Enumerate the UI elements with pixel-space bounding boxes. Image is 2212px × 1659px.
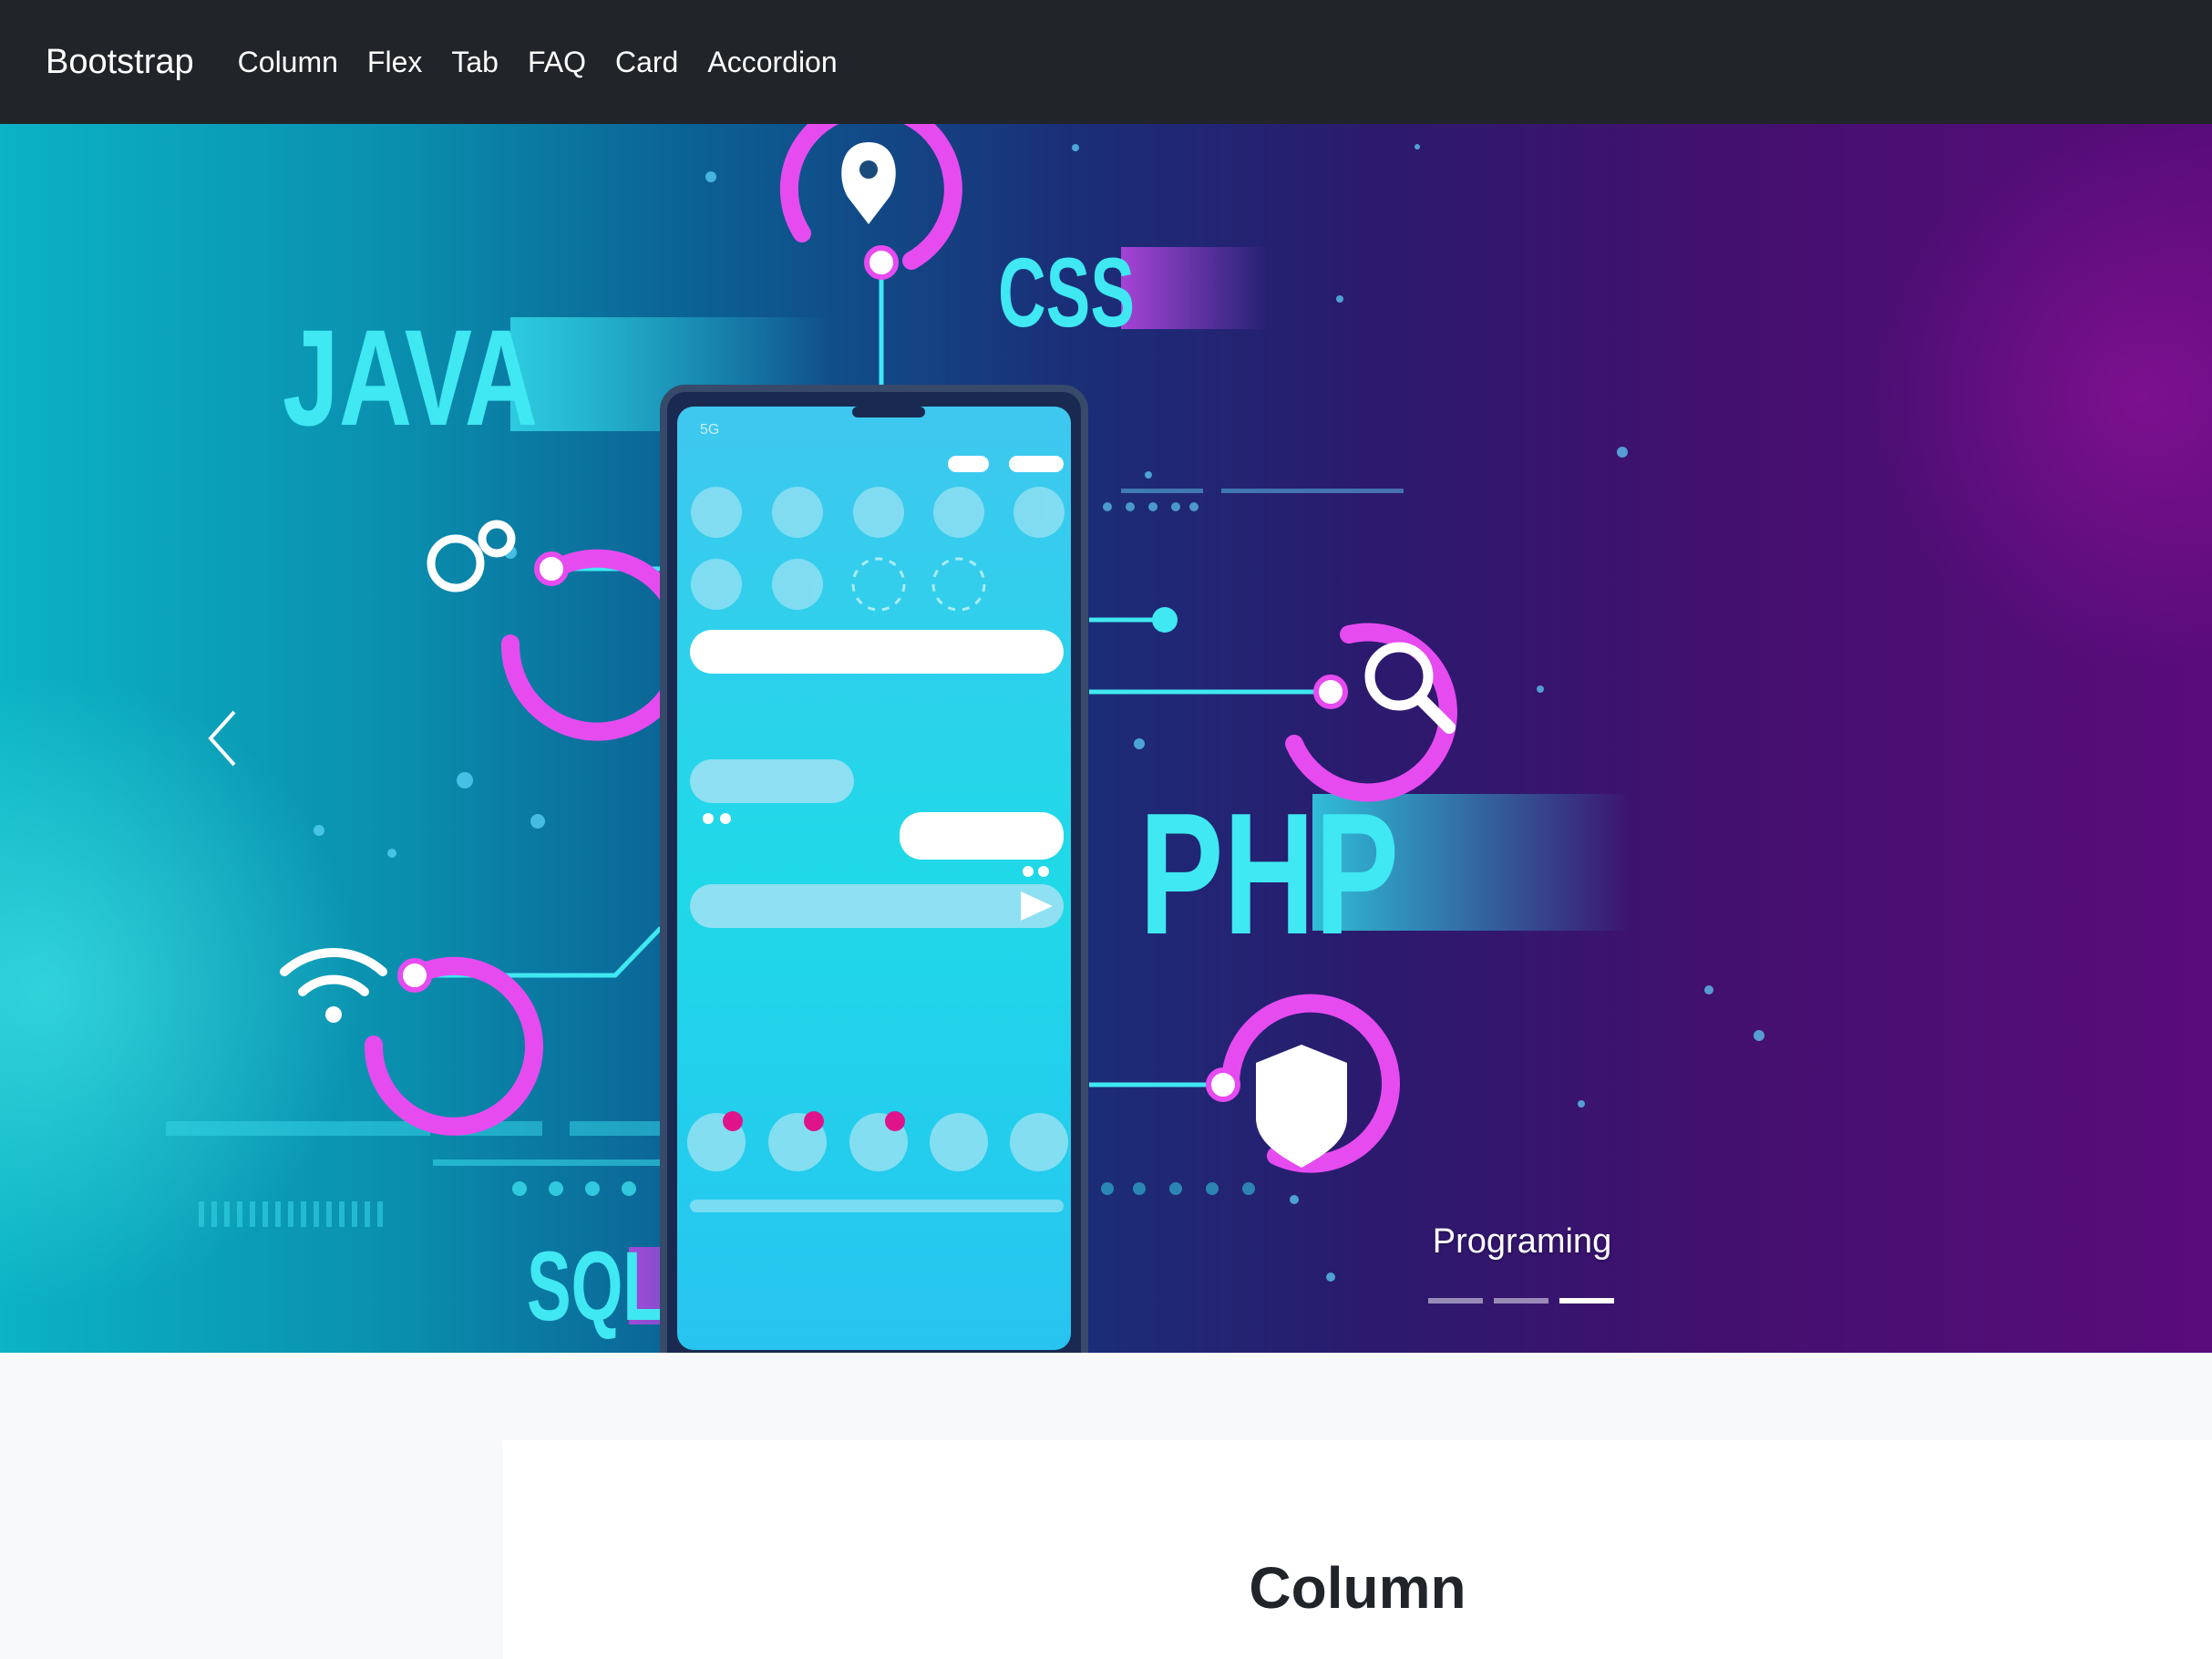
css-bar xyxy=(1121,247,1267,329)
chevron-left-icon xyxy=(208,710,236,767)
sql-label: SQL xyxy=(527,1231,664,1341)
signal-label: 5G xyxy=(700,422,719,438)
top-navbar: Bootstrap Column Flex Tab FAQ Card Accor… xyxy=(0,0,2212,124)
carousel-indicator-3[interactable] xyxy=(1559,1298,1614,1304)
hero-carousel: JAVA CSS PHP SQL 5G Programing xyxy=(0,124,2212,1353)
carousel-indicator-1[interactable] xyxy=(1428,1298,1483,1304)
nav-link-card[interactable]: Card xyxy=(615,46,678,79)
shield-icon xyxy=(1256,1045,1347,1168)
nav-link-accordion[interactable]: Accordion xyxy=(707,46,837,79)
nav-link-column[interactable]: Column xyxy=(238,46,338,79)
navbar-brand[interactable]: Bootstrap xyxy=(46,43,194,82)
phone-mockup: 5G xyxy=(660,385,1088,1353)
location-pin-icon xyxy=(841,142,896,224)
section-title-column: Column xyxy=(1249,1555,1466,1621)
wifi-icon xyxy=(280,948,387,1023)
nav-link-tab[interactable]: Tab xyxy=(451,46,499,79)
programming-illustration: JAVA CSS PHP SQL 5G xyxy=(166,124,1764,1353)
gear-icon xyxy=(427,520,516,592)
nav-links: Column Flex Tab FAQ Card Accordion xyxy=(238,46,867,79)
nav-link-flex[interactable]: Flex xyxy=(367,46,422,79)
carousel-indicator-2[interactable] xyxy=(1494,1298,1548,1304)
carousel-prev-button[interactable] xyxy=(182,124,264,1353)
css-label: CSS xyxy=(998,237,1135,347)
nav-link-faq[interactable]: FAQ xyxy=(528,46,586,79)
column-section-panel xyxy=(503,1440,2212,1659)
php-label: PHP xyxy=(1139,778,1399,971)
java-label: JAVA xyxy=(283,301,538,454)
carousel-indicators xyxy=(1428,1298,1614,1304)
carousel-caption: Programing xyxy=(1432,1222,1612,1261)
